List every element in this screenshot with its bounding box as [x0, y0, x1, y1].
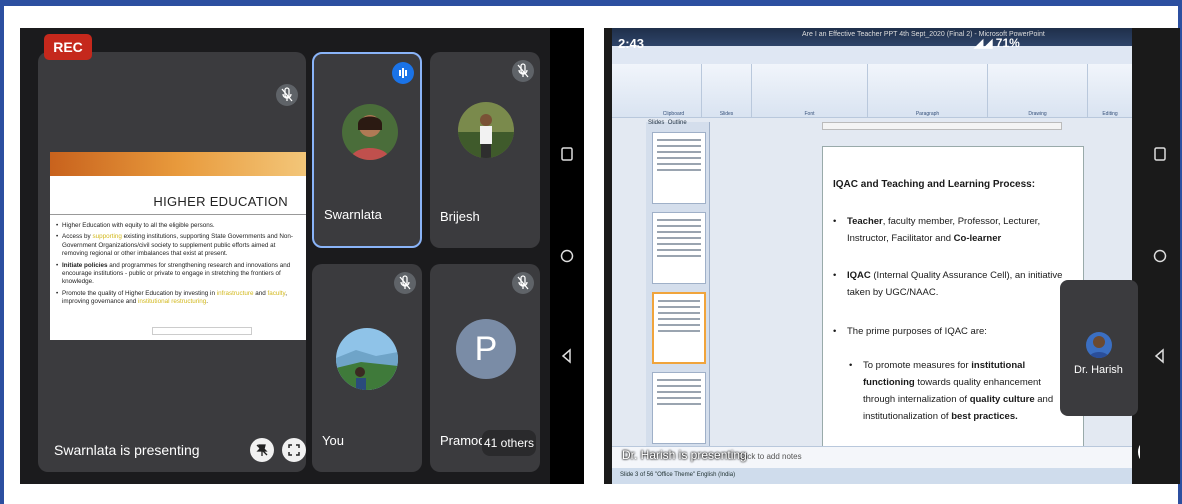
- pin-off-icon: [256, 444, 268, 456]
- slide-caption-box: [152, 327, 252, 335]
- slide-bullet: Access by supporting existing institutio…: [56, 233, 300, 258]
- slide-bullet: Higher Education with equity to all the …: [56, 222, 300, 231]
- avatar-you: [336, 328, 398, 390]
- ribbon-group-font[interactable]: Font: [752, 64, 868, 118]
- ribbon-group-clipboard[interactable]: Clipboard: [646, 64, 702, 118]
- powerpoint-window: Are I an Effective Teacher PPT 4th Sept_…: [612, 28, 1132, 484]
- slides-thumbnail-pane: Slides Outline: [646, 120, 710, 462]
- slide-sub-bullet: • To promote measures for institutional …: [849, 360, 1054, 422]
- slide-heading: IQAC and Teaching and Learning Process:: [833, 179, 1036, 190]
- ribbon-group-slides[interactable]: Slides: [702, 64, 752, 118]
- tab-outline[interactable]: Outline: [668, 120, 687, 126]
- floating-participant-tile[interactable]: Dr. Harish: [1060, 280, 1138, 416]
- right-phone-screen: Are I an Effective Teacher PPT 4th Sept_…: [604, 28, 1180, 484]
- participant-name: Dr. Harish: [1074, 364, 1123, 376]
- recents-icon[interactable]: [1152, 146, 1168, 162]
- slide-bullet: Promote the quality of Higher Education …: [56, 290, 300, 307]
- participant-name: Pramod: [440, 433, 486, 448]
- ribbon-group-paragraph[interactable]: Paragraph: [868, 64, 988, 118]
- android-nav-bar: [550, 28, 584, 484]
- stop-presenting-button[interactable]: [250, 438, 274, 462]
- slide-header-band: [50, 152, 306, 176]
- slide-bullet-iqac: • IQAC (Internal Quality Assurance Cell)…: [833, 270, 1063, 298]
- participant-tile-pramod[interactable]: P Pramod 41 others: [430, 264, 540, 472]
- slide-thumbnail-selected[interactable]: [652, 292, 706, 364]
- mic-off-icon: [512, 272, 534, 299]
- slide-thumbnail[interactable]: [652, 132, 706, 204]
- status-time: 2:43: [618, 36, 645, 51]
- participant-name: Brijesh: [440, 209, 480, 224]
- presentation-tile[interactable]: HIGHER EDUCATION Higher Education with e…: [38, 52, 306, 472]
- slide-bullet: Initiate policies and programmes for str…: [56, 262, 300, 287]
- status-battery: ◢◢ 71%: [974, 36, 1020, 50]
- shared-slide: HIGHER EDUCATION Higher Education with e…: [50, 152, 306, 340]
- slide-title: HIGHER EDUCATION: [153, 194, 288, 209]
- slide-bullet-list: Higher Education with equity to all the …: [56, 222, 300, 310]
- presenting-label: Dr. Harish is presenting: [622, 448, 747, 462]
- back-icon[interactable]: [559, 348, 575, 364]
- tab-slides[interactable]: Slides: [648, 120, 664, 126]
- current-slide[interactable]: IQAC and Teaching and Learning Process: …: [822, 146, 1084, 458]
- ppt-ribbon: Clipboard Slides Font Paragraph Drawing …: [612, 64, 1132, 118]
- slide-bullet-teacher: • Teacher, faculty member, Professor, Le…: [833, 216, 1041, 244]
- avatar-pramod: P: [456, 319, 516, 379]
- slide-thumbnail[interactable]: [652, 212, 706, 284]
- android-nav-bar: [1140, 28, 1180, 484]
- ribbon-group-drawing[interactable]: Drawing: [988, 64, 1088, 118]
- home-icon[interactable]: [559, 248, 575, 264]
- fullscreen-button[interactable]: [282, 438, 306, 462]
- ppt-ribbon-tabs: [612, 46, 1132, 64]
- back-icon[interactable]: [1152, 348, 1168, 364]
- ppt-status-bar: Slide 3 of 56 "Office Theme" English (In…: [612, 468, 1132, 484]
- notes-placeholder: Click to add notes: [738, 452, 802, 461]
- mic-off-icon: [276, 84, 298, 111]
- avatar-swarnlata: [342, 104, 398, 160]
- frame-left-border: [0, 0, 4, 504]
- mic-off-icon: [512, 60, 534, 87]
- others-count-chip[interactable]: 41 others: [482, 430, 536, 456]
- meet-call-area: HIGHER EDUCATION Higher Education with e…: [20, 28, 550, 484]
- recording-badge: REC: [44, 34, 92, 60]
- participant-tile-brijesh[interactable]: Brijesh: [430, 52, 540, 248]
- frame-top-border: [0, 0, 1182, 6]
- home-icon[interactable]: [1152, 248, 1168, 264]
- slide-bullet-purposes: • The prime purposes of IQAC are:: [833, 326, 987, 337]
- slide-thumbnail[interactable]: [652, 372, 706, 444]
- mic-off-icon: [394, 272, 416, 299]
- recents-icon[interactable]: [559, 146, 575, 162]
- participant-tile-swarnlata[interactable]: Swarnlata: [312, 52, 422, 248]
- participant-name: Swarnlata: [324, 207, 382, 222]
- presenting-label: Swarnlata is presenting: [54, 442, 200, 458]
- participant-tile-you[interactable]: You: [312, 264, 422, 472]
- horizontal-ruler: [822, 122, 1062, 130]
- signal-icon: ◢◢: [974, 36, 996, 50]
- avatar-dr-harish: [1086, 332, 1112, 358]
- left-phone-screen: HIGHER EDUCATION Higher Education with e…: [20, 28, 584, 484]
- ribbon-group-editing[interactable]: Editing: [1088, 64, 1132, 118]
- slide-divider: [50, 214, 306, 215]
- fullscreen-icon: [288, 444, 300, 456]
- avatar-brijesh: [458, 102, 514, 158]
- ppt-title-bar: Are I an Effective Teacher PPT 4th Sept_…: [612, 28, 1132, 46]
- speaking-indicator-icon: [392, 62, 414, 89]
- participant-name: You: [322, 433, 344, 448]
